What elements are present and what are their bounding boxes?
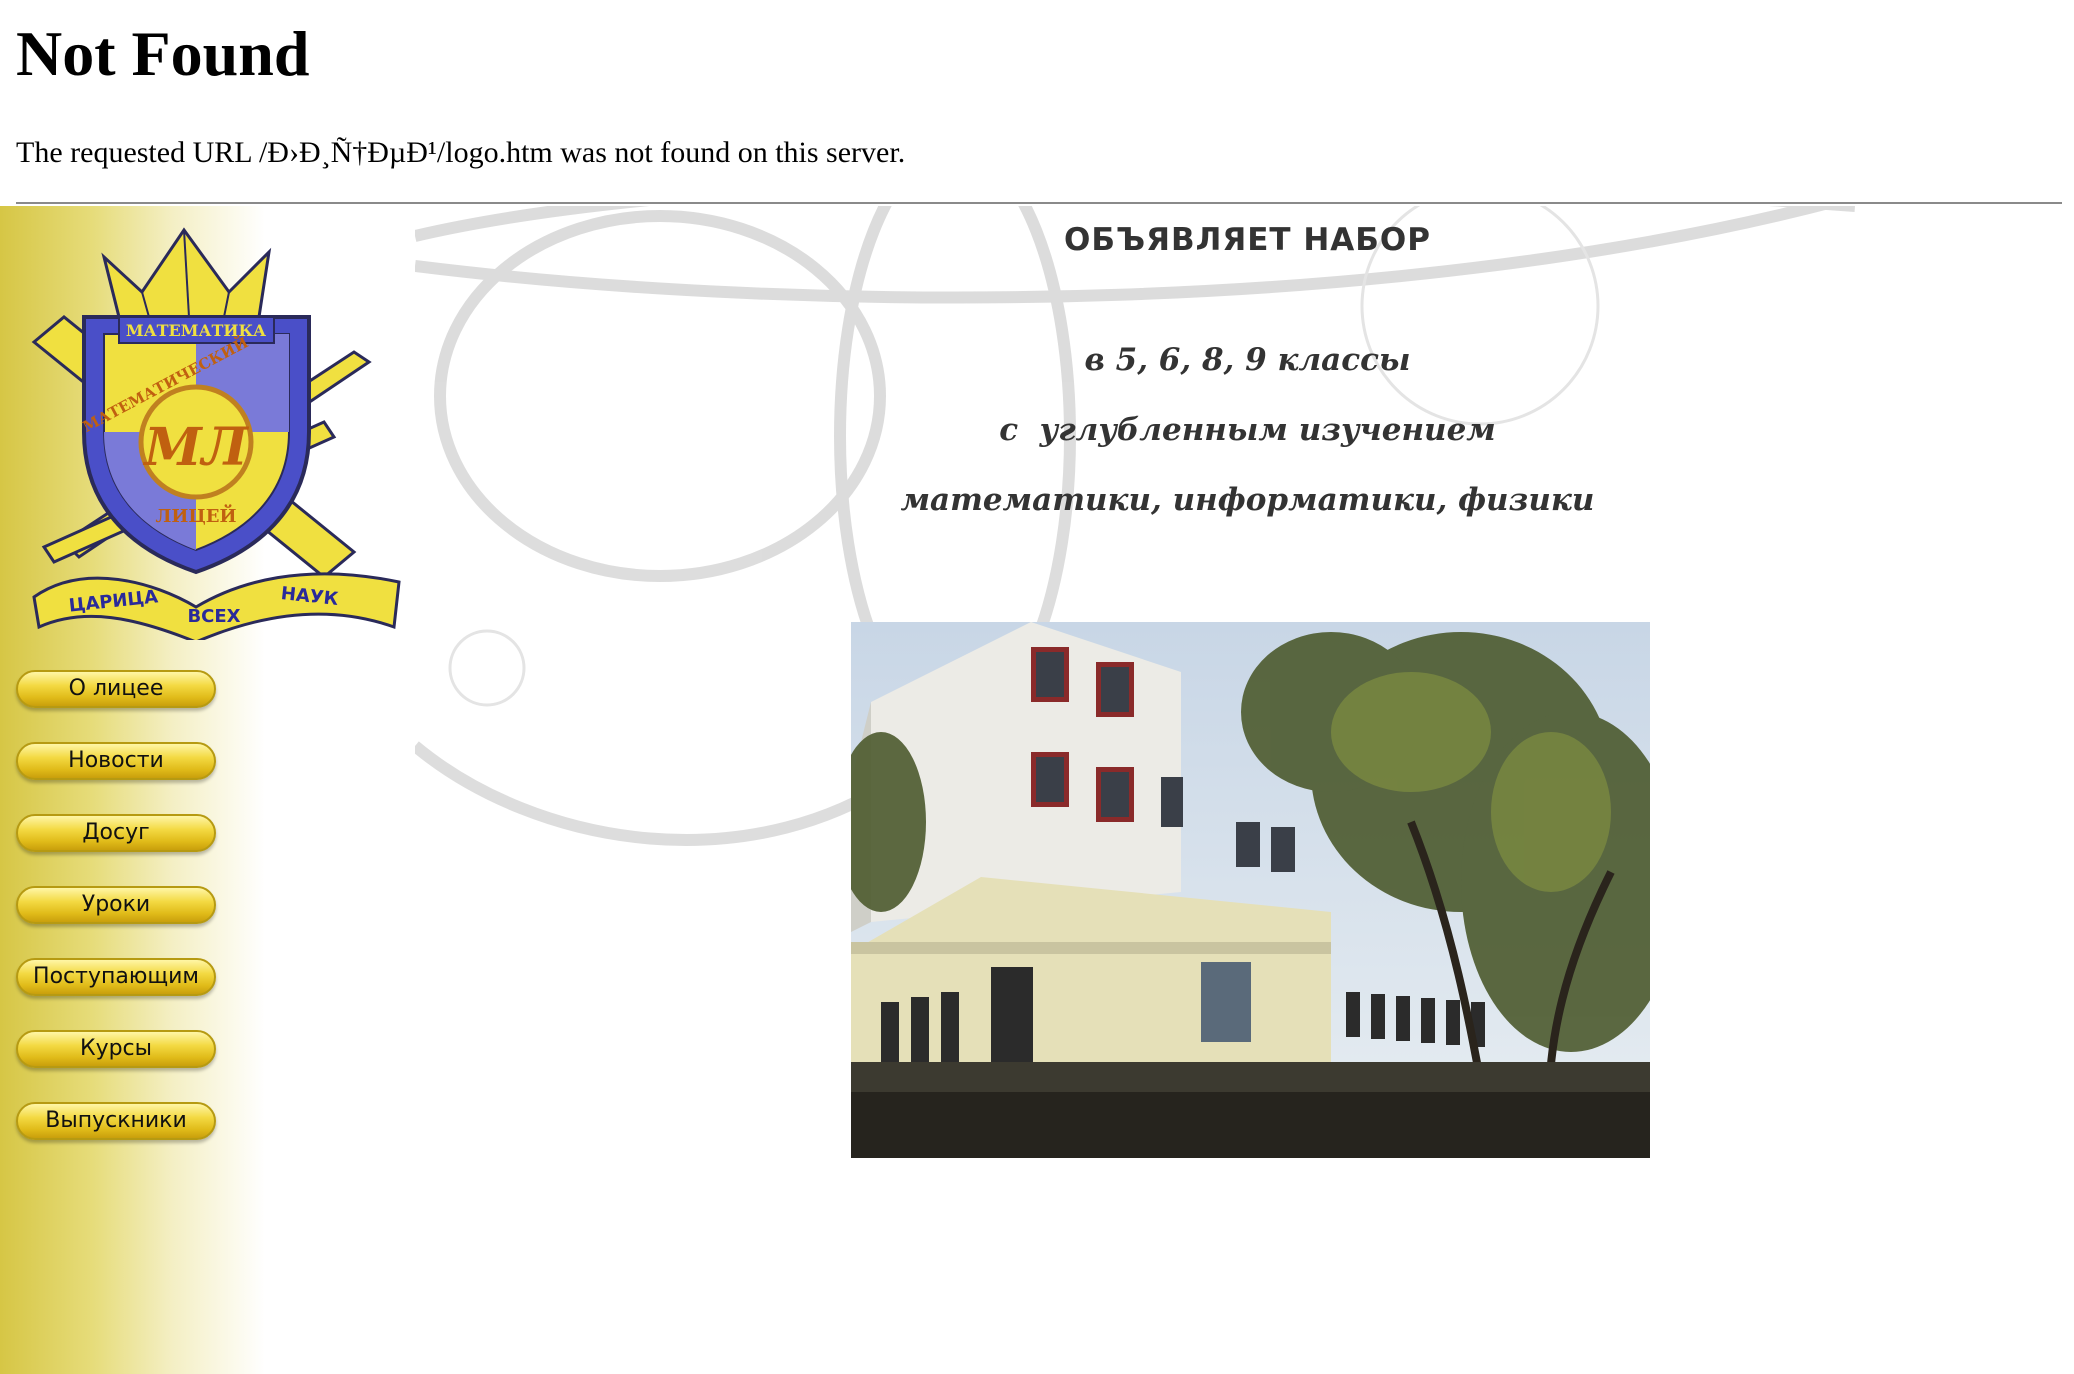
logo-top-ribbon-text: МАТЕМАТИКА <box>126 321 266 340</box>
page-title: Not Found <box>16 18 310 89</box>
nav-button-courses[interactable]: Курсы <box>16 1030 216 1068</box>
logo-monogram: МЛ <box>142 417 250 478</box>
school-building-photo <box>851 622 1650 1158</box>
lyceum-logo: МАТЕМАТИКА МЛ МАТЕМАТИЧЕСКИЙ ЛИЦЕЙ ЦАРИЦ… <box>31 227 401 640</box>
announcement-title: ОБЪЯВЛЯЕТ НАБОР <box>1064 222 1431 258</box>
nav-button-applicants[interactable]: Поступающим <box>16 958 216 996</box>
sidebar-nav: О лицее Новости Досуг Уроки Поступающим … <box>16 670 221 1174</box>
error-message: The requested URL /Ð›Ð¸Ñ†ÐµÐ¹/logo.htm w… <box>16 136 906 169</box>
announcement-subjects: математики, информатики, физики <box>900 482 1595 518</box>
announcement-focus: с углубленным изучением <box>999 412 1496 448</box>
nav-button-leisure[interactable]: Досуг <box>16 814 216 852</box>
nav-button-graduates[interactable]: Выпускники <box>16 1102 216 1140</box>
divider <box>16 202 2062 204</box>
nav-button-news[interactable]: Новости <box>16 742 216 780</box>
logo-bottom-text: ЛИЦЕЙ <box>155 503 236 527</box>
logo-banner-middle: ВСЕХ <box>187 606 240 627</box>
announcement-grades: в 5, 6, 8, 9 классы <box>1084 342 1411 378</box>
nav-button-lessons[interactable]: Уроки <box>16 886 216 924</box>
nav-button-about[interactable]: О лицее <box>16 670 216 708</box>
